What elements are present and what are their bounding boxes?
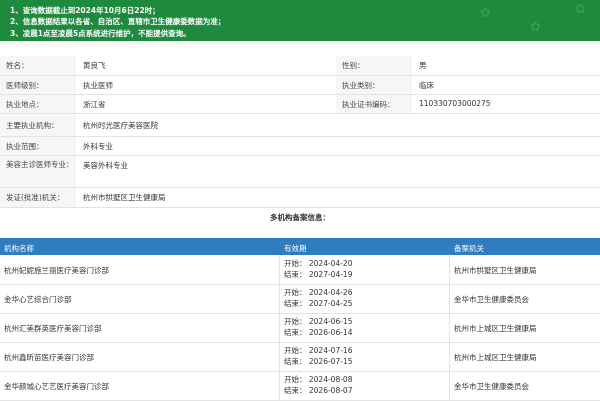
scope-value: 外科专业 bbox=[83, 142, 113, 151]
name-label: 姓名： bbox=[0, 56, 76, 75]
multi-org-title: 多机构备案信息： bbox=[270, 213, 330, 222]
org-name: 金华心艺综合门诊部 bbox=[4, 295, 72, 304]
cert-value: 110330703000275 bbox=[419, 99, 491, 108]
issuer-label: 发证(批准)机关： bbox=[0, 188, 76, 207]
column-divider bbox=[279, 255, 280, 400]
validity-period: 开始： 2024-04-26 结束： 2027-04-25 bbox=[284, 288, 353, 308]
table-row: 金华心艺综合门诊部 开始： 2024-04-26 结束： 2027-04-25 金… bbox=[0, 285, 600, 314]
info-row: 发证(批准)机关： 杭州市拱墅区卫生健康局 bbox=[0, 188, 600, 208]
notice-line: 3、凌晨1点至凌晨5点系统进行维护，不能提供查询。 bbox=[10, 29, 191, 38]
info-row: 美容主诊医师专业： 美容外科专业 bbox=[0, 156, 600, 188]
table-row: 杭州妃妮施兰丽医疗美容门诊部 开始： 2024-04-20 结束： 2027-04… bbox=[0, 256, 600, 285]
column-divider bbox=[449, 255, 450, 400]
info-row: 姓名： 黄良飞 性别： 男 bbox=[0, 56, 600, 76]
location-label: 执业地点： bbox=[0, 95, 76, 113]
notice-line: 1、查询数据截止到2024年10月6日22时； bbox=[10, 6, 160, 15]
authority: 金华市卫生健康委员会 bbox=[454, 382, 529, 391]
info-row: 主要执业机构： 杭州时光医疗美容医院 bbox=[0, 114, 600, 137]
gender-label: 性别： bbox=[336, 56, 412, 75]
scope-label: 执业范围： bbox=[0, 137, 76, 155]
watermark-icon: ✿ bbox=[530, 20, 541, 35]
category-value: 临床 bbox=[419, 81, 434, 90]
header-period: 有效期 bbox=[284, 244, 307, 253]
specialty-value: 美容外科专业 bbox=[83, 161, 128, 170]
info-row: 执业地点： 浙江省 执业证书编码： 110330703000275 bbox=[0, 95, 600, 114]
table-row: 杭州汇美群英医疗美容门诊部 开始： 2024-06-15 结束： 2026-06-… bbox=[0, 314, 600, 343]
cert-label: 执业证书编码： bbox=[336, 95, 412, 113]
authority: 杭州市拱墅区卫生健康局 bbox=[454, 266, 537, 275]
table-row: 金华颜城心艺艺医疗美容门诊部 开始： 2024-08-08 结束： 2026-08… bbox=[0, 372, 600, 401]
validity-period: 开始： 2024-08-08 结束： 2026-08-07 bbox=[284, 375, 353, 395]
info-row: 执业范围： 外科专业 bbox=[0, 137, 600, 156]
specialty-label: 美容主诊医师专业： bbox=[0, 156, 76, 187]
level-label: 医师级别： bbox=[0, 76, 76, 94]
validity-period: 开始： 2024-07-16 结束： 2026-07-15 bbox=[284, 346, 353, 366]
table-row: 杭州鑫昕苗医疗美容门诊部 开始： 2024-07-16 结束： 2026-07-1… bbox=[0, 343, 600, 372]
validity-period: 开始： 2024-06-15 结束： 2026-06-14 bbox=[284, 317, 353, 337]
authority: 金华市卫生健康委员会 bbox=[454, 295, 529, 304]
notice-banner: ✿ ✿ ✿ 1、查询数据截止到2024年10月6日22时； 2、信息数据结果以各… bbox=[0, 0, 600, 41]
location-value: 浙江省 bbox=[83, 100, 106, 109]
org-name: 杭州妃妮施兰丽医疗美容门诊部 bbox=[4, 266, 109, 275]
header-org-name: 机构名称 bbox=[4, 244, 34, 253]
issuer-value: 杭州市拱墅区卫生健康局 bbox=[83, 193, 166, 202]
org-name: 杭州鑫昕苗医疗美容门诊部 bbox=[4, 353, 94, 362]
org-value: 杭州时光医疗美容医院 bbox=[83, 121, 158, 130]
org-name: 金华颜城心艺艺医疗美容门诊部 bbox=[4, 382, 109, 391]
level-value: 执业医师 bbox=[83, 81, 113, 90]
watermark-icon: ✿ bbox=[480, 6, 491, 21]
validity-period: 开始： 2024-04-20 结束： 2027-04-19 bbox=[284, 259, 353, 279]
info-row: 医师级别： 执业医师 执业类别： 临床 bbox=[0, 76, 600, 95]
notice-line: 2、信息数据结果以各省、自治区、直辖市卫生健康委数据为准； bbox=[10, 17, 226, 26]
table-header: 机构名称 有效期 备案机关 bbox=[0, 238, 600, 255]
gender-value: 男 bbox=[419, 61, 427, 70]
header-authority: 备案机关 bbox=[454, 244, 484, 253]
org-label: 主要执业机构： bbox=[0, 114, 76, 136]
watermark-icon: ✿ bbox=[575, 2, 586, 17]
org-name: 杭州汇美群英医疗美容门诊部 bbox=[4, 324, 102, 333]
authority: 杭州市上城区卫生健康局 bbox=[454, 353, 537, 362]
authority: 杭州市上城区卫生健康局 bbox=[454, 324, 537, 333]
name-value: 黄良飞 bbox=[83, 61, 106, 70]
category-label: 执业类别： bbox=[336, 76, 412, 94]
